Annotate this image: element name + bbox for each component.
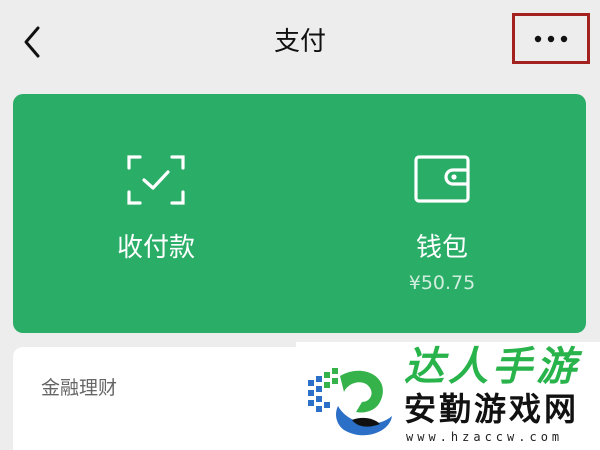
wallet-icon	[413, 154, 471, 208]
more-dots-icon	[534, 35, 568, 42]
collect-pay-button[interactable]: 收付款	[13, 94, 299, 333]
more-button[interactable]	[512, 13, 590, 64]
wallet-balance: ¥50.75	[408, 272, 476, 294]
nav-bar: 支付	[0, 0, 600, 84]
pay-card: 收付款 钱包 ¥50.75	[13, 94, 586, 333]
watermark: 达人手游 安勤游戏网 www.hzaccw.com	[296, 342, 600, 450]
scan-check-icon	[126, 154, 186, 210]
watermark-url: www.hzaccw.com	[406, 430, 564, 444]
watermark-logo-icon	[304, 358, 400, 446]
wallet-label: 钱包	[415, 233, 468, 263]
watermark-brand-top: 达人手游	[404, 344, 580, 390]
finance-title: 金融理财	[41, 377, 118, 399]
payment-page: 支付 收付款 钱包 ¥50.75 金融理财 达人手游 安勤游戏网 www.hza…	[0, 0, 600, 450]
page-title: 支付	[273, 27, 326, 57]
watermark-brand-middle: 安勤游戏网	[404, 390, 580, 428]
wallet-button[interactable]: 钱包 ¥50.75	[299, 94, 585, 333]
collect-pay-label: 收付款	[116, 233, 195, 263]
